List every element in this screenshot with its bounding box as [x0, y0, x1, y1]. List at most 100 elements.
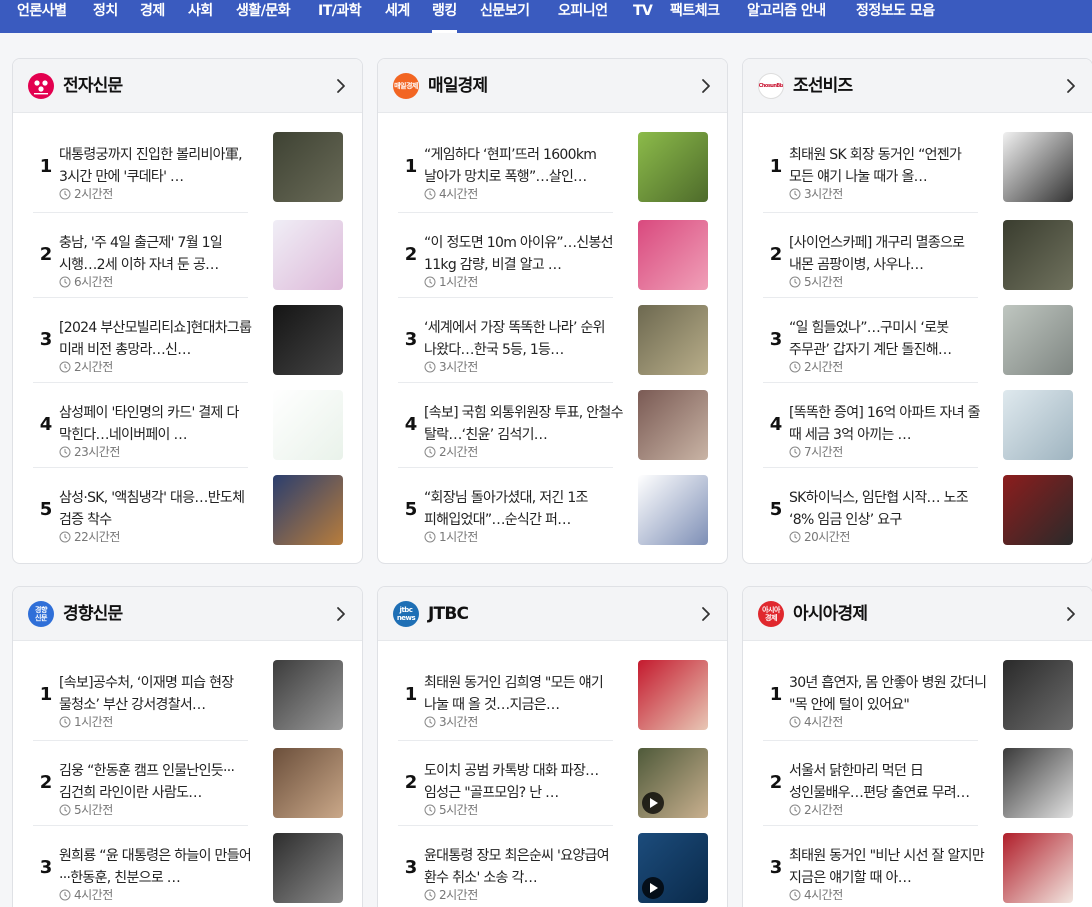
article-thumbnail[interactable] [273, 833, 343, 903]
nav-item-6[interactable]: 세계 [385, 0, 410, 33]
article-title[interactable]: 서울서 닭한마리 먹던 日 성인물배우…편당 출연료 무려… [789, 760, 989, 804]
press-name[interactable]: 매일경제 [428, 73, 488, 99]
ranking-item[interactable]: 3 윤대통령 장모 최은순씨 '요양급여 환수 취소' 소송 각… 2시간전 [393, 825, 713, 907]
press-name[interactable]: 경향신문 [63, 601, 123, 627]
article-title[interactable]: 최태원 동거인 "비난 시선 잘 알지만 지금은 얘기할 때 아… [789, 845, 989, 889]
ranking-item[interactable]: 2 김웅 “한동훈 캠프 인물난인듯···김건희 라인이란 사람도… 5시간전 [28, 740, 348, 825]
article-thumbnail[interactable] [273, 220, 343, 290]
article-thumbnail[interactable] [1003, 220, 1073, 290]
press-card-header[interactable]: 매일경제 매일경제 [378, 59, 727, 113]
press-card-header[interactable]: ChosunBiz 조선비즈 [743, 59, 1092, 113]
chevron-right-icon[interactable] [1062, 76, 1080, 96]
ranking-item[interactable]: 1 [속보]공수처, ‘이재명 피습 현장 물청소’ 부산 강서경찰서… 1시간전 [28, 652, 348, 737]
article-thumbnail[interactable] [273, 132, 343, 202]
article-title[interactable]: “일 힘들었나”…구미시 ‘로봇 주무관’ 갑자기 계단 돌진해… [789, 317, 989, 361]
nav-item-10[interactable]: TV [633, 0, 653, 33]
press-card-header[interactable]: 전자신문 [13, 59, 362, 113]
article-title[interactable]: 도이치 공범 카톡방 대화 파장…임성근 "골프모임? 난 … [424, 760, 624, 804]
article-thumbnail[interactable] [638, 132, 708, 202]
nav-item-1[interactable]: 정치 [93, 0, 118, 33]
article-title[interactable]: “이 정도면 10m 아이유”…신봉선 11kg 감량, 비결 알고 … [424, 232, 624, 276]
article-title[interactable]: [똑똑한 증여] 16억 아파트 자녀 줄 때 세금 3억 아끼는 … [789, 402, 989, 446]
article-thumbnail[interactable] [1003, 305, 1073, 375]
article-thumbnail[interactable] [273, 305, 343, 375]
article-title[interactable]: 최태원 동거인 김희영 "모든 얘기 나눌 때 올 것…지금은… [424, 672, 624, 716]
article-thumbnail[interactable] [638, 220, 708, 290]
article-title[interactable]: 충남, '주 4일 출근제' 7월 1일 시행…2세 이하 자녀 둔 공… [59, 232, 259, 276]
press-name[interactable]: 아시아경제 [793, 601, 868, 627]
article-thumbnail[interactable] [638, 748, 708, 818]
press-card-header[interactable]: jtbc news JTBC [378, 587, 727, 641]
article-thumbnail[interactable] [1003, 475, 1073, 545]
chevron-right-icon[interactable] [697, 76, 715, 96]
play-icon[interactable] [642, 792, 664, 814]
press-card-header[interactable]: 경향 신문 경향신문 [13, 587, 362, 641]
article-title[interactable]: 삼성페이 '타인명의 카드' 결제 다 막힌다…네이버페이 … [59, 402, 259, 446]
ranking-item[interactable]: 2 서울서 닭한마리 먹던 日 성인물배우…편당 출연료 무려… 2시간전 [758, 740, 1078, 825]
article-title[interactable]: 윤대통령 장모 최은순씨 '요양급여 환수 취소' 소송 각… [424, 845, 624, 889]
article-thumbnail[interactable] [638, 305, 708, 375]
article-title[interactable]: 삼성·SK, '액침냉각' 대응…반도체 검증 착수 [59, 487, 259, 531]
ranking-item[interactable]: 1 30년 흡연자, 몸 안좋아 병원 갔더니 "목 안에 털이 있어요" 4시간전 [758, 652, 1078, 737]
press-card-header[interactable]: 아시아 경제 아시아경제 [743, 587, 1092, 641]
article-title[interactable]: “게임하다 ‘현피’뜨러 1600km 날아가 망치로 폭행”…살인… [424, 144, 624, 188]
article-thumbnail[interactable] [1003, 748, 1073, 818]
ranking-item[interactable]: 2 “이 정도면 10m 아이유”…신봉선 11kg 감량, 비결 알고 … 1시간… [393, 212, 713, 297]
article-title[interactable]: [2024 부산모빌리티쇼]현대차그룹 미래 비전 총망라…신… [59, 317, 259, 361]
article-title[interactable]: “회장님 돌아가셨대, 저긴 1조 피해입었대”…순식간 퍼… [424, 487, 624, 531]
press-name[interactable]: 조선비즈 [793, 73, 853, 99]
article-thumbnail[interactable] [638, 475, 708, 545]
ranking-item[interactable]: 5 SK하이닉스, 임단협 시작… 노조 ‘8% 임금 인상’ 요구 20시간전 [758, 467, 1078, 552]
chevron-right-icon[interactable] [332, 76, 350, 96]
nav-item-3[interactable]: 사회 [188, 0, 213, 33]
article-thumbnail[interactable] [638, 833, 708, 903]
ranking-item[interactable]: 3 최태원 동거인 "비난 시선 잘 알지만 지금은 얘기할 때 아… 4시간전 [758, 825, 1078, 907]
nav-item-13[interactable]: 정정보도 모음 [856, 0, 935, 33]
article-thumbnail[interactable] [273, 748, 343, 818]
ranking-item[interactable]: 2 [사이언스카페] 개구리 멸종으로 내몬 곰팡이병, 사우나… 5시간전 [758, 212, 1078, 297]
article-title[interactable]: 30년 흡연자, 몸 안좋아 병원 갔더니 "목 안에 털이 있어요" [789, 672, 989, 716]
nav-item-8[interactable]: 신문보기 [480, 0, 530, 33]
article-thumbnail[interactable] [273, 475, 343, 545]
ranking-item[interactable]: 4 삼성페이 '타인명의 카드' 결제 다 막힌다…네이버페이 … 23시간전 [28, 382, 348, 467]
ranking-item[interactable]: 5 삼성·SK, '액침냉각' 대응…반도체 검증 착수 22시간전 [28, 467, 348, 552]
article-title[interactable]: 원희룡 “윤 대통령은 하늘이 만들어···한동훈, 친분으로 … [59, 845, 259, 889]
ranking-item[interactable]: 2 충남, '주 4일 출근제' 7월 1일 시행…2세 이하 자녀 둔 공… 6시… [28, 212, 348, 297]
ranking-item[interactable]: 5 “회장님 돌아가셨대, 저긴 1조 피해입었대”…순식간 퍼… 1시간전 [393, 467, 713, 552]
nav-item-9[interactable]: 오피니언 [558, 0, 608, 33]
chevron-right-icon[interactable] [332, 604, 350, 624]
article-thumbnail[interactable] [638, 390, 708, 460]
press-name[interactable]: JTBC [428, 601, 469, 627]
nav-item-4[interactable]: 생활/문화 [236, 0, 291, 33]
article-thumbnail[interactable] [1003, 390, 1073, 460]
play-icon[interactable] [642, 877, 664, 899]
article-thumbnail[interactable] [638, 660, 708, 730]
nav-item-5[interactable]: IT/과학 [318, 0, 362, 33]
article-title[interactable]: 김웅 “한동훈 캠프 인물난인듯···김건희 라인이란 사람도… [59, 760, 259, 804]
nav-item-7[interactable]: 랭킹 [432, 0, 457, 33]
ranking-item[interactable]: 1 최태원 SK 회장 동거인 “언젠가 모든 얘기 나눌 때가 올… 3시간전 [758, 124, 1078, 209]
press-name[interactable]: 전자신문 [63, 73, 123, 99]
ranking-item[interactable]: 3 [2024 부산모빌리티쇼]현대차그룹 미래 비전 총망라…신… 2시간전 [28, 297, 348, 382]
ranking-item[interactable]: 3 ‘세계에서 가장 똑똑한 나라’ 순위 나왔다…한국 5등, 1등… 3시간전 [393, 297, 713, 382]
article-title[interactable]: [사이언스카페] 개구리 멸종으로 내몬 곰팡이병, 사우나… [789, 232, 989, 276]
article-thumbnail[interactable] [1003, 833, 1073, 903]
ranking-item[interactable]: 2 도이치 공범 카톡방 대화 파장…임성근 "골프모임? 난 … 5시간전 [393, 740, 713, 825]
article-title[interactable]: SK하이닉스, 임단협 시작… 노조 ‘8% 임금 인상’ 요구 [789, 487, 989, 531]
nav-item-11[interactable]: 팩트체크 [670, 0, 720, 33]
ranking-item[interactable]: 1 “게임하다 ‘현피’뜨러 1600km 날아가 망치로 폭행”…살인… 4시간전 [393, 124, 713, 209]
article-thumbnail[interactable] [273, 390, 343, 460]
nav-item-0[interactable]: 언론사별 [17, 0, 67, 33]
nav-item-12[interactable]: 알고리즘 안내 [747, 0, 826, 33]
ranking-item[interactable]: 4 [똑똑한 증여] 16억 아파트 자녀 줄 때 세금 3억 아끼는 … 7시간전 [758, 382, 1078, 467]
nav-item-2[interactable]: 경제 [140, 0, 165, 33]
ranking-item[interactable]: 1 최태원 동거인 김희영 "모든 얘기 나눌 때 올 것…지금은… 3시간전 [393, 652, 713, 737]
ranking-item[interactable]: 4 [속보] 국힘 외통위원장 투표, 안철수 탈락…‘친윤’ 김석기… 2시간전 [393, 382, 713, 467]
article-title[interactable]: 최태원 SK 회장 동거인 “언젠가 모든 얘기 나눌 때가 올… [789, 144, 989, 188]
chevron-right-icon[interactable] [1062, 604, 1080, 624]
ranking-item[interactable]: 3 “일 힘들었나”…구미시 ‘로봇 주무관’ 갑자기 계단 돌진해… 2시간전 [758, 297, 1078, 382]
article-title[interactable]: [속보]공수처, ‘이재명 피습 현장 물청소’ 부산 강서경찰서… [59, 672, 259, 716]
article-thumbnail[interactable] [1003, 660, 1073, 730]
article-title[interactable]: ‘세계에서 가장 똑똑한 나라’ 순위 나왔다…한국 5등, 1등… [424, 317, 624, 361]
article-title[interactable]: 대통령궁까지 진입한 볼리비아軍, 3시간 만에 '쿠데타' … [59, 144, 259, 188]
